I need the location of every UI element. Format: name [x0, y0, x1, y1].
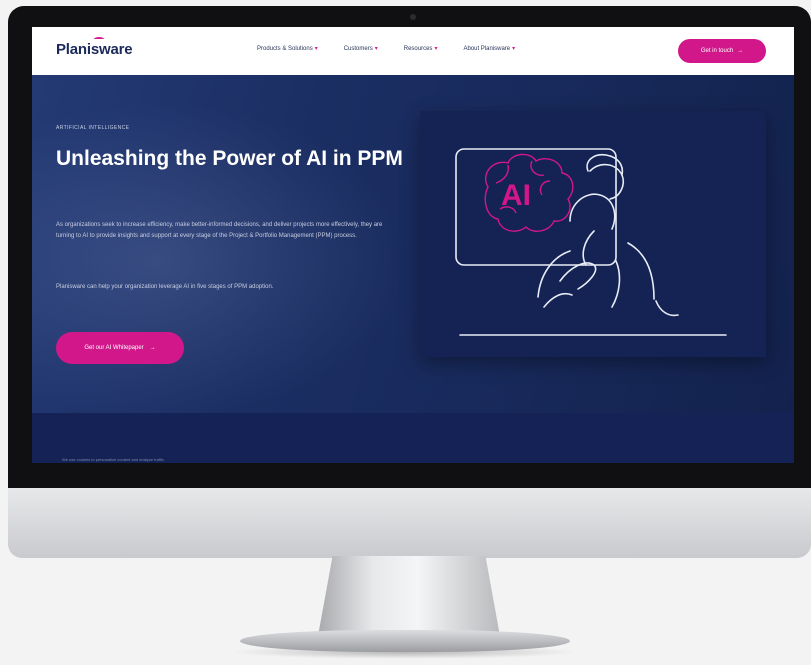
- ai-label: AI: [501, 179, 531, 212]
- planisware-logo[interactable]: Planisware: [56, 41, 133, 58]
- screen-frame-shape: [455, 148, 617, 266]
- nav-item-products[interactable]: Products & Solutions ▾: [257, 45, 318, 53]
- arrow-right-icon: →: [149, 345, 156, 351]
- imac-mockup: Planisware Products & Solutions ▾ Custome…: [0, 0, 811, 665]
- nav-item-label: Products & Solutions: [257, 45, 313, 52]
- monitor-stand: [318, 556, 500, 636]
- nav-item-label: About Planisware: [463, 45, 511, 52]
- nav-item-label: Resources: [403, 45, 433, 52]
- screen: Planisware Products & Solutions ▾ Custome…: [32, 27, 794, 463]
- chevron-down-icon: ▾: [434, 46, 438, 52]
- ai-illustration: AI: [420, 111, 766, 357]
- hero-paragraph: As organizations seek to increase effici…: [56, 222, 383, 239]
- nav-item-customers[interactable]: Customers ▾: [343, 45, 378, 53]
- lower-band: [32, 413, 794, 463]
- monitor-chin: [8, 488, 811, 558]
- monitor-base: [240, 630, 570, 652]
- shirt-shape: [582, 230, 621, 308]
- camera-icon: [410, 14, 416, 20]
- nav-menu: Products & Solutions ▾ Customers ▾ Resourc…: [257, 45, 516, 53]
- nav-item-resources[interactable]: Resources ▾: [403, 45, 438, 53]
- chevron-down-icon: ▾: [314, 46, 318, 52]
- hero-eyebrow: ARTIFICIAL INTELLIGENCE: [56, 125, 130, 131]
- get-in-touch-label: Get in touch: [700, 48, 734, 54]
- get-in-touch-button[interactable]: Get in touch →: [678, 39, 766, 63]
- arm-hand-shape: [543, 262, 597, 308]
- logo-swoosh-icon: [94, 37, 104, 41]
- body-outline-shape: [537, 242, 679, 317]
- ai-whitepaper-button[interactable]: Get our AI Whitepaper →: [56, 332, 184, 364]
- chevron-down-icon: ▾: [512, 46, 516, 52]
- ai-line-art: AI: [455, 148, 727, 336]
- cookie-notice-text: We use cookies to personalize content an…: [62, 457, 166, 462]
- nav-item-label: Customers: [343, 45, 373, 52]
- arrow-right-icon: →: [737, 48, 744, 54]
- hero-title: Unleashing the Power of AI in PPM: [56, 147, 403, 170]
- chevron-down-icon: ▾: [374, 46, 378, 52]
- top-nav: Planisware Products & Solutions ▾ Custome…: [32, 27, 794, 75]
- ai-whitepaper-label: Get our AI Whitepaper: [84, 345, 144, 351]
- nav-item-about[interactable]: About Planisware ▾: [463, 45, 516, 53]
- hero-paragraph-secondary: Planisware can help your organization le…: [56, 284, 274, 290]
